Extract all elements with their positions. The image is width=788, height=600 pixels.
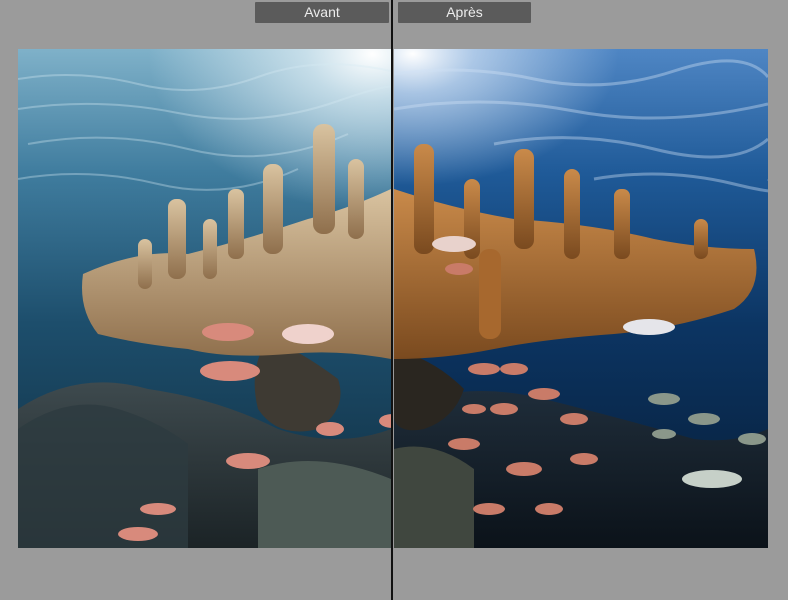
- before-after-compare-view: Avant Après: [0, 0, 788, 600]
- before-label: Avant: [255, 2, 389, 23]
- after-label: Après: [398, 2, 531, 23]
- before-photo: [18, 49, 391, 548]
- after-photo: [394, 49, 768, 548]
- split-divider[interactable]: [391, 0, 393, 600]
- after-image-pane[interactable]: [394, 49, 768, 548]
- before-image-pane[interactable]: [18, 49, 391, 548]
